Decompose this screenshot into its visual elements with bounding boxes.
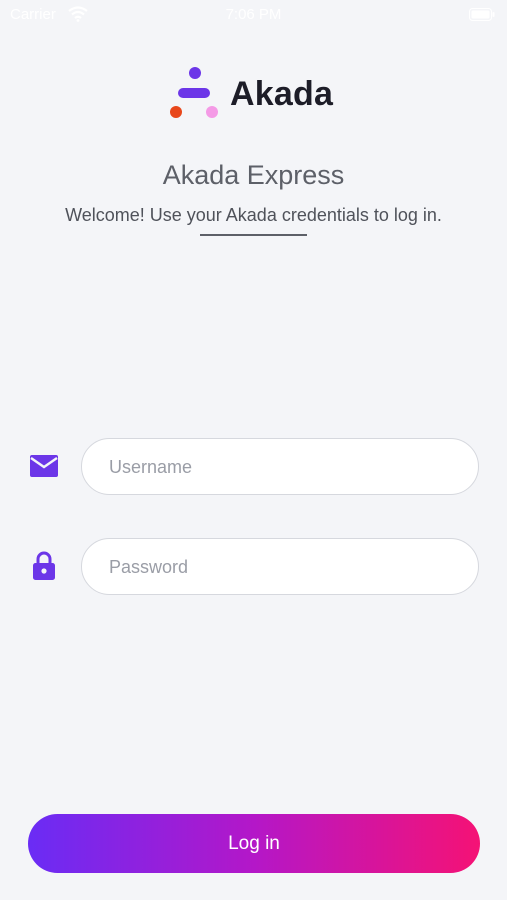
brand-name: Akada (230, 75, 334, 113)
username-input[interactable] (107, 439, 461, 496)
status-bar: Carrier 7:06 PM (0, 0, 507, 30)
battery-icon (469, 8, 495, 25)
password-field[interactable] (81, 538, 479, 596)
akada-logo: Akada (168, 66, 348, 122)
envelope-icon (29, 453, 59, 484)
akada-logo-icon (170, 67, 218, 118)
status-time: 7:06 PM (225, 6, 282, 23)
welcome-message: Welcome! Use your Akada credentials to l… (65, 205, 442, 225)
username-field[interactable] (81, 438, 479, 496)
title-divider (200, 234, 307, 236)
lock-icon (32, 551, 56, 586)
app-title: Akada Express (162, 160, 345, 190)
password-input[interactable] (107, 539, 461, 596)
login-button[interactable]: Log in (28, 814, 480, 873)
